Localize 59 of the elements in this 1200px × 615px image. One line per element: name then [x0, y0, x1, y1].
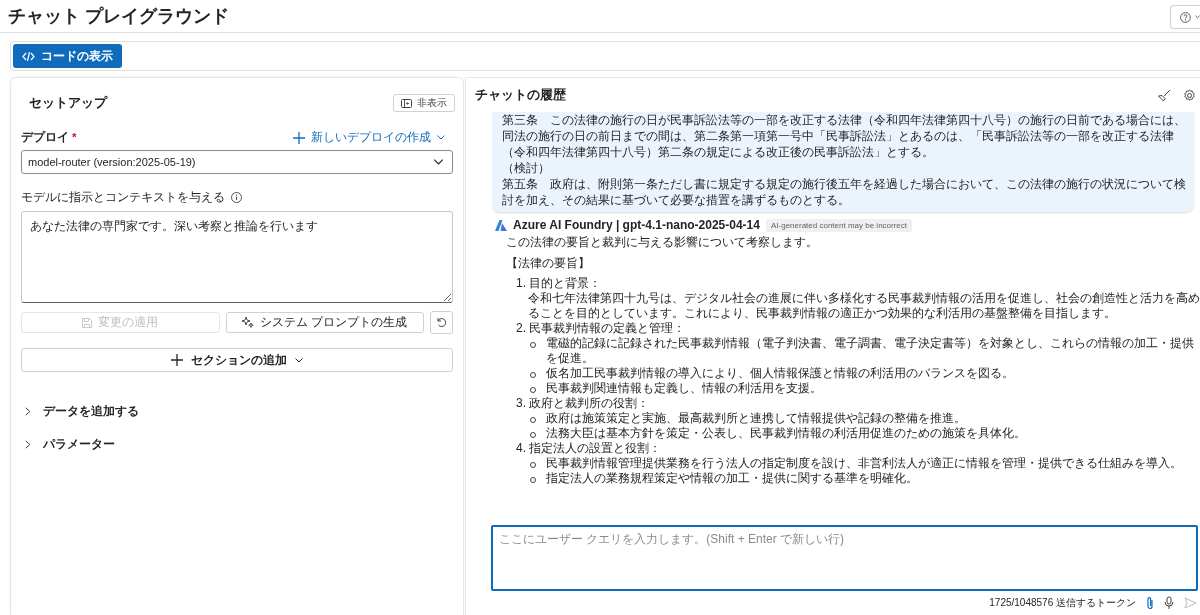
- panel-title: セットアップ: [29, 94, 107, 112]
- message-paragraph: 第三条 この法律の施行の日が民事訴訟法等の一部を改正する法律（令和四年法律第四十八号）の施行の日前である場合には、同法の施行の日の前日までの間は、第二条第一項第一号中「民事訴訟法」とあるのは、「民事訴訟法等の一部を改正する法律（令和四年法律第四十八号）第二条の規定による改正後の民事訴訟法」とする。: [502, 112, 1186, 160]
- chevron-icon: [25, 439, 31, 449]
- azure-logo-icon: [495, 219, 507, 231]
- list-item-title: 2. 民事裁判情報の定義と管理：: [516, 321, 686, 335]
- plus-icon: [171, 354, 183, 366]
- section-header[interactable]: データを追加する: [25, 401, 453, 421]
- info-icon: [231, 192, 242, 203]
- chevron-down-icon: [295, 357, 303, 363]
- list-item-text: 令和七年法律第四十九号は、デジタル社会の進展に伴い多様化する民事裁判情報の活用を促進し、社会の創造性と活力を高めることを目的としています。これにより、民事裁判情報の適正かつ効果的な利活用の基盤整備を目指します。: [527, 291, 1200, 321]
- section-header[interactable]: パラメーター: [25, 434, 453, 454]
- bullet-text: 指定法人の業務規程策定や情報の加工・提供に関する基準を明確化。: [546, 471, 918, 486]
- query-input-field[interactable]: ここにユーザー クエリを入力します。(Shift + Enter で新しい行): [491, 525, 1198, 591]
- view-code-button[interactable]: コードの表示: [13, 44, 122, 68]
- code-icon: [22, 50, 35, 62]
- broom-icon[interactable]: [1158, 88, 1171, 102]
- settings-icon[interactable]: [1183, 88, 1196, 102]
- generate-prompt-button[interactable]: システム プロンプトの生成: [225, 312, 424, 333]
- add-section-button[interactable]: セクションの追加: [21, 348, 453, 372]
- instructions-label: モデルに指示とコンテキストを与える: [21, 189, 225, 206]
- paperclip-icon[interactable]: [1146, 596, 1154, 610]
- chevron-down-icon: [433, 159, 444, 165]
- list-item-title: 1. 目的と背景：: [516, 276, 602, 290]
- deploy-label: デプロイ: [21, 131, 69, 143]
- help-icon: [1180, 10, 1191, 24]
- bullet-text: 仮名加工民事裁判情報の導入により、個人情報保護と情報の利活用のバランスを図る。: [546, 366, 1014, 381]
- sparkle-icon: [242, 317, 255, 328]
- deployment-dropdown[interactable]: model-router (version:2025-05-19): [21, 150, 453, 174]
- response-text: この法律の要旨と裁判に与える影響について考察します。: [506, 235, 819, 250]
- ai-disclaimer-badge: AI-generated content may be incorrect: [765, 218, 913, 232]
- page-title: チャット プレイグラウンド: [8, 5, 229, 28]
- new-deployment-link[interactable]: 新しいデプロイの作成: [293, 130, 445, 145]
- list-item-title: 4. 指定法人の設置と役割：: [516, 441, 662, 455]
- instructions-field[interactable]: あなた法律の専門家です。深い考察と推論を行います: [21, 211, 453, 303]
- bullet-text: 民事裁判関連情報も定義し、情報の利活用を支援。: [546, 381, 822, 396]
- list-item-title: 3. 政府と裁判所の役割：: [516, 396, 650, 410]
- chevron-down-icon: [437, 135, 445, 140]
- reset-button[interactable]: [430, 311, 453, 334]
- help-button[interactable]: [1170, 5, 1200, 29]
- panel-icon: [401, 98, 412, 108]
- save-icon: [82, 317, 93, 328]
- bullet-text: 民事裁判情報管理提供業務を行う法人の指定制度を設け、非営利法人が適正に情報を管理・提供できる仕組みを導入。: [546, 456, 1182, 471]
- assistant-name: Azure AI Foundry | gpt-4.1-nano-2025-04-14: [513, 218, 760, 232]
- bullet-text: 政府は施策策定と実施、最高裁判所と連携して情報提供や記録の整備を推進。: [546, 411, 966, 426]
- reset-icon: [436, 317, 447, 328]
- token-count: 1725/1048576 送信するトークン: [989, 596, 1136, 610]
- deployment-value: model-router (version:2025-05-19): [28, 156, 196, 168]
- message-paragraph: （検討）: [502, 160, 551, 176]
- response-heading: 【法律の要旨】: [506, 256, 591, 271]
- chevron-down-icon: [1194, 15, 1200, 19]
- microphone-icon[interactable]: [1164, 596, 1174, 610]
- message-paragraph: 第五条 政府は、附則第一条ただし書に規定する規定の施行後五年を経過した場合において、この法律の施行の状況について検討を加え、その結果に基づいて必要な措置を講ずるものとする。: [502, 176, 1186, 208]
- chat-history-title: チャットの履歴: [475, 86, 566, 104]
- plus-icon: [293, 131, 305, 144]
- hide-panel-button[interactable]: 非表示: [393, 94, 455, 112]
- bullet-text: 電磁的記録に記録された民事裁判情報（電子判決書、電子調書、電子決定書等）を対象とし、これらの情報の加工・提供を促進。: [546, 336, 1195, 366]
- chevron-icon: [25, 406, 31, 416]
- bullet-text: 法務大臣は基本方針を策定・公表し、民事裁判情報の利活用促進のための施策を具体化。: [546, 426, 1026, 441]
- required-mark: *: [72, 131, 77, 143]
